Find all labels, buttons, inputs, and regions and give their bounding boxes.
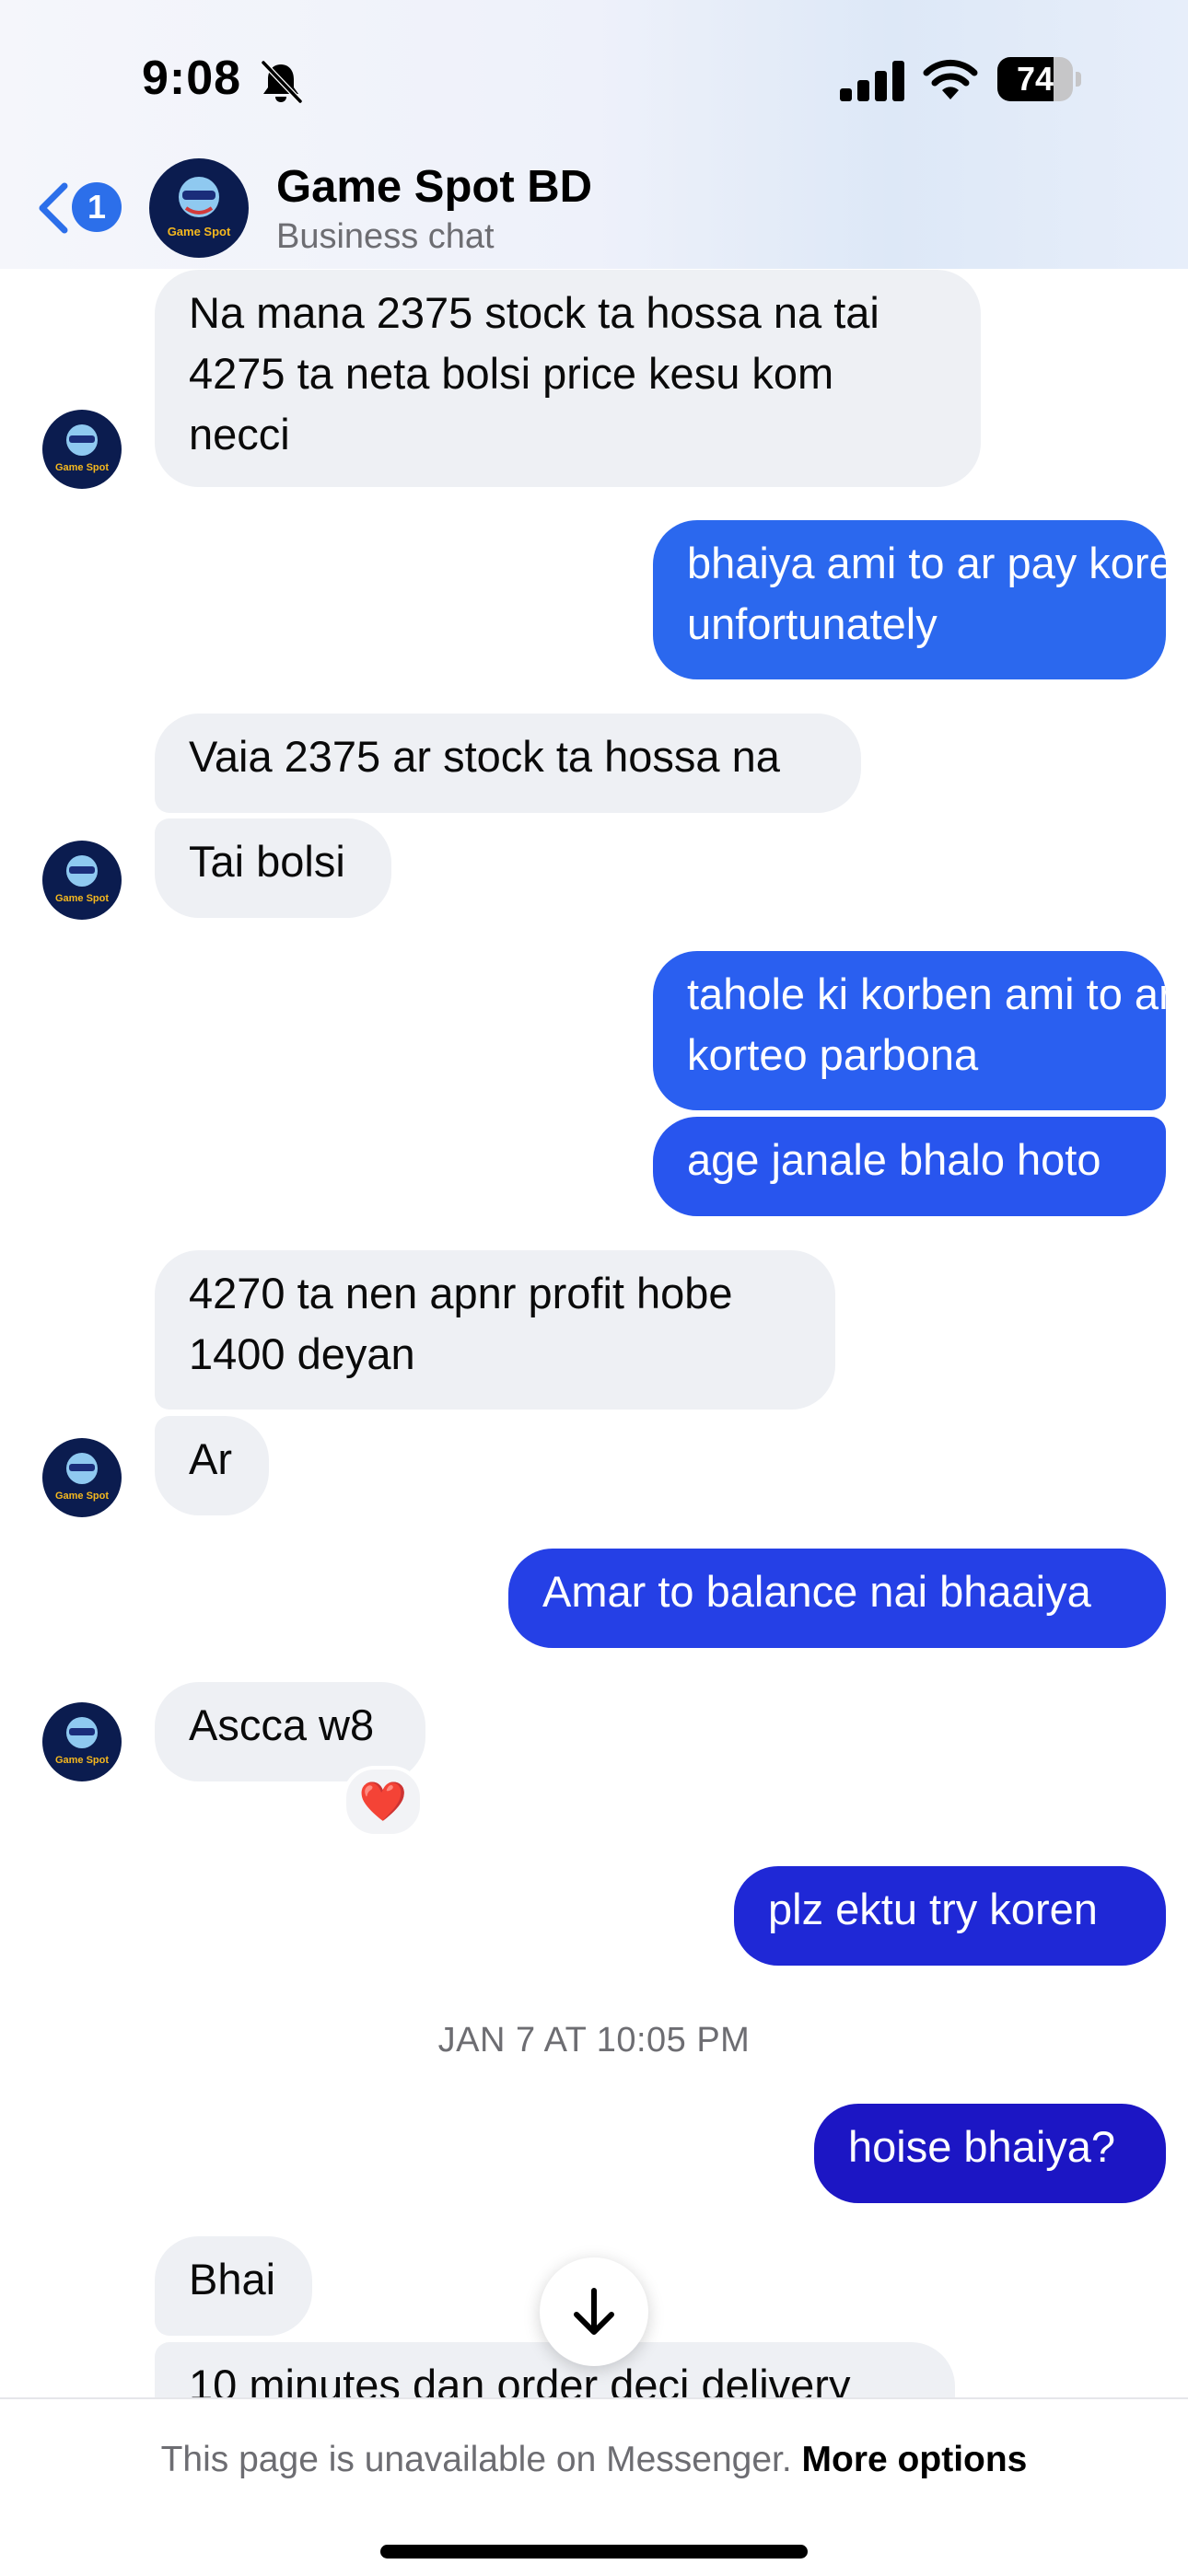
cellular-signal-icon <box>840 61 904 101</box>
unread-count-badge: 1 <box>72 182 122 232</box>
message-line: Amar to balance nai bhaaiya <box>542 1567 1091 1616</box>
more-options-link[interactable]: More options <box>802 2440 1028 2479</box>
message-line: hoise bhaiya? <box>848 2122 1116 2171</box>
message-line: korteo parbona <box>687 1030 979 1079</box>
incoming-message[interactable]: Bhai <box>155 2236 312 2336</box>
arrow-down-icon <box>574 2288 614 2335</box>
contact-avatar[interactable]: Game Spot <box>42 1702 122 1781</box>
back-button[interactable]: 1 <box>35 177 127 241</box>
home-indicator[interactable] <box>380 2545 808 2559</box>
message-line: bhaiya ami to ar pay kore parbona <box>687 539 1188 587</box>
message-list[interactable]: Na mana 2375 stock ta hossa na tai 4275 … <box>0 0 1188 2397</box>
message-line: Ar <box>189 1434 232 1483</box>
scroll-to-bottom-button[interactable] <box>540 2257 648 2366</box>
outgoing-message[interactable]: hoise bhaiya? <box>814 2104 1166 2203</box>
contact-subtitle: Business chat <box>276 217 495 256</box>
timestamp: JAN 7 AT 10:05 PM <box>437 2021 751 2060</box>
incoming-message[interactable]: Tai bolsi <box>155 818 391 918</box>
footer-bar: This page is unavailable on Messenger. M… <box>0 2397 1188 2576</box>
message-line: 4270 ta nen apnr profit hobe <box>189 1269 733 1317</box>
outgoing-message[interactable]: plz ektu try koren <box>734 1866 1166 1966</box>
message-line: plz ektu try koren <box>768 1885 1098 1933</box>
message-line: unfortunately <box>687 599 938 648</box>
svg-text:Game Spot: Game Spot <box>55 1755 109 1766</box>
footer-message: This page is unavailable on Messenger. M… <box>0 2440 1188 2480</box>
message-line: Vaia 2375 ar stock ta hossa na <box>189 732 780 781</box>
message-line: necci <box>189 410 290 458</box>
message-line: tahole ki korben ami to ar pay <box>687 969 1188 1018</box>
wifi-icon <box>923 59 978 99</box>
outgoing-message[interactable]: bhaiya ami to ar pay kore parbona unfort… <box>653 520 1188 679</box>
message-line: Tai bolsi <box>189 837 345 886</box>
contact-avatar-large[interactable]: Game Spot <box>149 158 249 258</box>
svg-text:Game Spot: Game Spot <box>55 893 109 904</box>
chat-header: 9:08 74 1 Game Spot Game Spot BD Busines… <box>0 0 1188 269</box>
message-line: 4275 ta neta bolsi price kesu kom <box>189 349 834 398</box>
incoming-message[interactable]: Vaia 2375 ar stock ta hossa na <box>155 714 861 813</box>
message-line: Ascca w8 <box>189 1700 375 1749</box>
svg-text:Game Spot: Game Spot <box>55 1491 109 1502</box>
battery-percent: 74 <box>1016 60 1054 98</box>
incoming-message[interactable]: Na mana 2375 stock ta hossa na tai 4275 … <box>155 270 981 487</box>
heart-reaction[interactable]: ❤️ <box>343 1766 424 1838</box>
contact-avatar[interactable]: Game Spot <box>42 410 122 489</box>
message-line: age janale bhalo hoto <box>687 1135 1101 1184</box>
outgoing-message[interactable]: age janale bhalo hoto <box>653 1117 1166 1216</box>
contact-avatar[interactable]: Game Spot <box>42 841 122 920</box>
battery-indicator: 74 <box>997 57 1082 101</box>
contact-name[interactable]: Game Spot BD <box>276 161 592 213</box>
outgoing-message[interactable]: Amar to balance nai bhaaiya <box>508 1549 1166 1648</box>
contact-avatar[interactable]: Game Spot <box>42 1438 122 1517</box>
message-line: 1400 deyan <box>189 1329 415 1378</box>
svg-text:Game Spot: Game Spot <box>55 462 109 473</box>
bell-slash-icon <box>261 60 303 104</box>
avatar-logo-text: Game Spot <box>168 225 231 238</box>
incoming-message[interactable]: Ar <box>155 1416 269 1515</box>
unavailable-notice: This page is unavailable on Messenger. <box>160 2440 792 2479</box>
message-line: Bhai <box>189 2255 276 2303</box>
outgoing-message[interactable]: tahole ki korben ami to ar pay korteo pa… <box>653 951 1188 1110</box>
incoming-message[interactable]: 4270 ta nen apnr profit hobe 1400 deyan <box>155 1250 835 1410</box>
message-line: Na mana 2375 stock ta hossa na tai <box>189 288 879 337</box>
status-time: 9:08 <box>142 52 242 105</box>
chevron-left-icon <box>39 182 68 234</box>
